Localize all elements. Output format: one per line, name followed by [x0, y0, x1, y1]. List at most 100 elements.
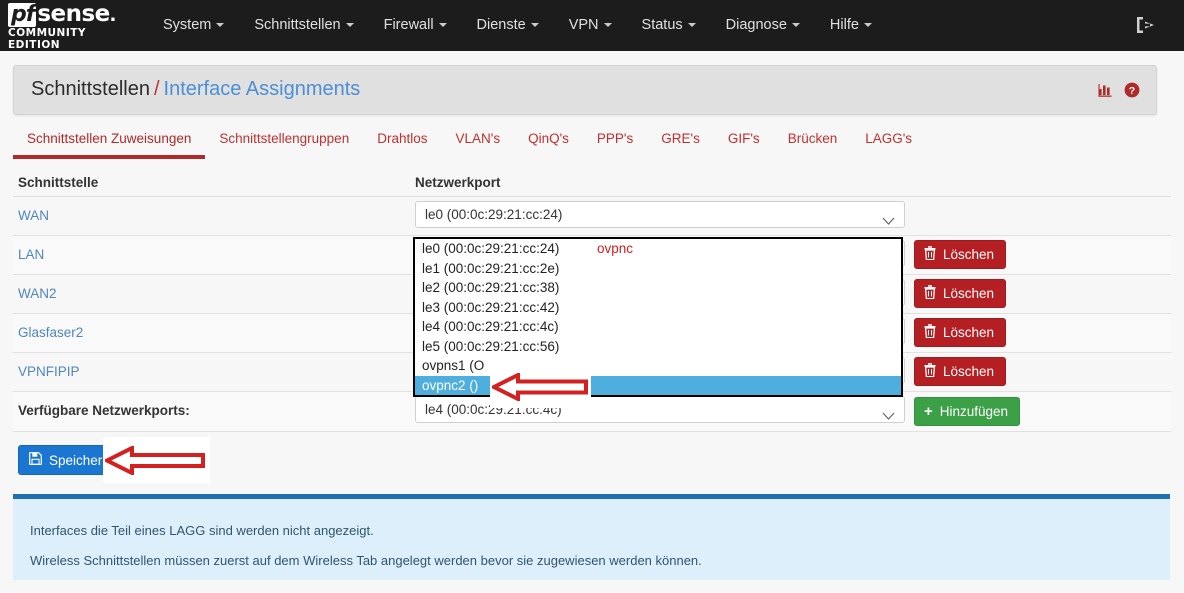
brand-dot: .	[110, 0, 116, 27]
tab-label: Drahtlos	[377, 131, 427, 146]
tab-label: Schnittstellengruppen	[219, 131, 349, 146]
interface-link-vpnfipip[interactable]: VPNFIPIP	[18, 364, 80, 379]
networkport-dropdown-list[interactable]: le0 (00:0c:29:21:cc:24) le1 (00:0c:29:21…	[413, 237, 903, 397]
delete-button-label: Löschen	[943, 364, 994, 379]
nav-item-dienste[interactable]: Dienste	[462, 0, 554, 51]
interface-link-lan[interactable]: LAN	[18, 247, 44, 262]
column-header-networkport: Netzwerkport	[415, 175, 501, 190]
dropdown-option-le3[interactable]: le3 (00:0c:29:21:cc:42)	[415, 298, 901, 318]
tab-schnittstellen-zuweisungen[interactable]: Schnittstellen Zuweisungen	[13, 131, 205, 159]
tab-label: GRE's	[661, 131, 700, 146]
tab-label: Schnittstellen Zuweisungen	[27, 131, 191, 146]
info-text-wireless: Wireless Schnittstellen müssen zuerst au…	[30, 553, 702, 568]
pfsense-logo[interactable]: pfsense. COMMUNITY EDITION	[8, 0, 132, 51]
chevron-down-icon	[792, 23, 800, 27]
breadcrumb-actions: ?	[1098, 82, 1140, 98]
plus-icon: +	[924, 404, 933, 419]
delete-button-glasfaser2[interactable]: Löschen	[914, 318, 1006, 347]
tab-schnittstellengruppen[interactable]: Schnittstellengruppen	[205, 131, 363, 155]
tab-bruecken[interactable]: Brücken	[774, 131, 852, 155]
dropdown-option-le0[interactable]: le0 (00:0c:29:21:cc:24)	[415, 239, 901, 259]
tab-drahtlos[interactable]: Drahtlos	[363, 131, 441, 155]
annotation-arrow-save	[105, 446, 205, 475]
nav-item-hilfe[interactable]: Hilfe	[815, 0, 887, 51]
dropdown-option-ovpnc2[interactable]: ovpnc2 () ovpnc	[415, 376, 901, 396]
nav-item-system[interactable]: System	[148, 0, 239, 51]
brand-logo-mark: pfsense.	[8, 0, 132, 26]
dropdown-option-ovpns1[interactable]: ovpns1 (O	[415, 356, 901, 376]
add-button[interactable]: + Hinzufügen	[914, 397, 1020, 426]
breadcrumb-root[interactable]: Schnittstellen	[31, 78, 150, 100]
trash-icon	[924, 285, 936, 302]
nav-item-dienste-label: Dienste	[477, 17, 526, 33]
chevron-down-icon	[216, 23, 224, 27]
chevron-down-icon	[604, 23, 612, 27]
info-text-lagg: Interfaces die Teil eines LAGG sind werd…	[30, 523, 374, 538]
dropdown-option-le5[interactable]: le5 (00:0c:29:21:cc:56)	[415, 337, 901, 357]
table-header-row: Schnittstelle Netzwerkport	[13, 170, 1171, 197]
column-header-interface: Schnittstelle	[18, 175, 98, 190]
nav-item-schnittstellen-label: Schnittstellen	[254, 17, 340, 33]
help-circle-icon[interactable]: ?	[1124, 82, 1140, 98]
nav-item-status-label: Status	[642, 17, 683, 33]
nav-item-diagnose[interactable]: Diagnose	[711, 0, 815, 51]
available-ports-row: Verfügbare Netzwerkports: le4 (00:0c:29:…	[13, 392, 1171, 432]
tab-gifs[interactable]: GIF's	[714, 131, 774, 155]
nav-item-vpn-label: VPN	[569, 17, 599, 33]
save-button-label: Speichern	[49, 453, 110, 468]
breadcrumb-separator: /	[154, 78, 160, 100]
nav-item-hilfe-label: Hilfe	[830, 17, 859, 33]
delete-button-wan2[interactable]: Löschen	[914, 279, 1006, 308]
dropdown-option-le2[interactable]: le2 (00:0c:29:21:cc:38)	[415, 278, 901, 298]
brand-subtitle: COMMUNITY EDITION	[8, 27, 132, 51]
chevron-down-icon	[688, 23, 696, 27]
chevron-down-icon	[882, 209, 895, 234]
breadcrumb-panel: Schnittstellen/Interface Assignments ?	[13, 65, 1157, 115]
tab-ppps[interactable]: PPP's	[583, 131, 647, 155]
tab-gres[interactable]: GRE's	[647, 131, 714, 155]
tab-label: Brücken	[788, 131, 838, 146]
available-ports-select[interactable]: le4 (00:0c:29:21:cc:4c)	[415, 396, 905, 423]
nav-menu: System Schnittstellen Firewall Dienste V…	[148, 0, 887, 51]
interface-link-glasfaser2[interactable]: Glasfaser2	[18, 325, 83, 340]
tab-qinqs[interactable]: QinQ's	[514, 131, 583, 155]
networkport-select-wan[interactable]: le0 (00:0c:29:21:cc:24)	[415, 201, 905, 228]
table-row: WAN le0 (00:0c:29:21:cc:24)	[13, 197, 1171, 236]
delete-button-label: Löschen	[943, 286, 994, 301]
dropdown-option-le4[interactable]: le4 (00:0c:29:21:cc:4c)	[415, 317, 901, 337]
delete-button-label: Löschen	[943, 325, 994, 340]
brand-pf-text: pf	[8, 3, 36, 27]
chevron-down-icon	[531, 23, 539, 27]
nav-item-firewall-label: Firewall	[384, 17, 434, 33]
trash-icon	[924, 324, 936, 341]
dropdown-option-le1[interactable]: le1 (00:0c:29:21:cc:2e)	[415, 259, 901, 279]
chevron-down-icon	[346, 23, 354, 27]
add-button-label: Hinzufügen	[940, 404, 1008, 419]
nav-item-firewall[interactable]: Firewall	[369, 0, 462, 51]
tab-vlans[interactable]: VLAN's	[441, 131, 514, 155]
tab-laggs[interactable]: LAGG's	[851, 131, 926, 155]
tab-label: VLAN's	[455, 131, 500, 146]
chevron-down-icon	[439, 23, 447, 27]
delete-button-vpnfipip[interactable]: Löschen	[914, 357, 1006, 386]
nav-item-status[interactable]: Status	[627, 0, 711, 51]
brand-sense-text: sense	[37, 2, 109, 26]
interface-link-wan2[interactable]: WAN2	[18, 286, 57, 301]
interface-link-wan[interactable]: WAN	[18, 208, 49, 223]
nav-item-diagnose-label: Diagnose	[726, 17, 787, 33]
logout-icon[interactable]	[1134, 15, 1156, 35]
chevron-down-icon	[882, 404, 895, 429]
info-panel: Interfaces die Teil eines LAGG sind werd…	[13, 494, 1170, 580]
nav-item-system-label: System	[163, 17, 211, 33]
svg-text:?: ?	[1129, 85, 1135, 97]
bar-chart-icon[interactable]	[1098, 82, 1114, 98]
delete-button-lan[interactable]: Löschen	[914, 240, 1006, 269]
nav-item-schnittstellen[interactable]: Schnittstellen	[239, 0, 368, 51]
annotation-text-ovpnc: ovpnc	[597, 239, 633, 259]
annotation-arrow-dropdown	[492, 373, 588, 401]
pfsense-interface-assignments-page: pfsense. COMMUNITY EDITION System Schnit…	[0, 0, 1184, 593]
trash-icon	[924, 363, 936, 380]
networkport-select-wan-value: le0 (00:0c:29:21:cc:24)	[425, 207, 562, 222]
nav-item-vpn[interactable]: VPN	[554, 0, 627, 51]
available-ports-label: Verfügbare Netzwerkports:	[18, 403, 190, 418]
